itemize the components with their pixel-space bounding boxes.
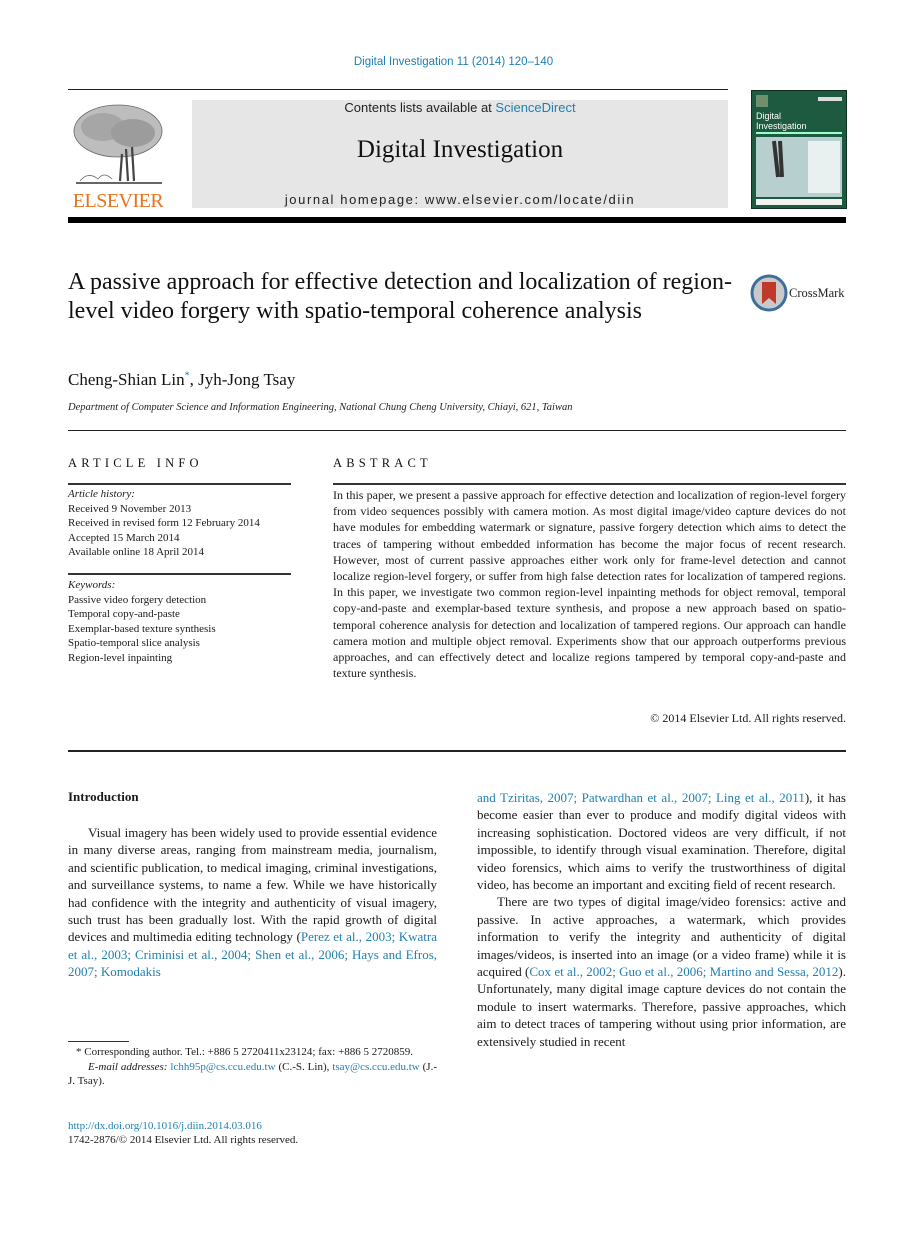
- author-list: Cheng-Shian Lin*, Jyh-Jong Tsay: [68, 370, 295, 390]
- keyword-item: Region-level inpainting: [68, 651, 173, 664]
- sciencedirect-link[interactable]: ScienceDirect: [495, 100, 575, 115]
- email-link[interactable]: tsay@cs.ccu.edu.tw: [332, 1061, 419, 1073]
- keyword-item: Temporal copy-and-paste: [68, 608, 180, 620]
- keyword-item: Exemplar-based texture synthesis: [68, 622, 216, 635]
- citation-links[interactable]: and Tziritas, 2007; Patwardhan et al., 2…: [477, 790, 805, 805]
- divider: [68, 573, 291, 575]
- tree-icon: [73, 104, 163, 184]
- body-column-left: Visual imagery has been widely used to p…: [68, 824, 437, 981]
- email-link[interactable]: lchh95p@cs.ccu.edu.tw: [170, 1061, 275, 1073]
- abstract-text: In this paper, we present a passive appr…: [333, 488, 846, 681]
- citation-links[interactable]: Cox et al., 2002; Guo et al., 2006; Mart…: [529, 964, 838, 979]
- paragraph: There are two types of digital image/vid…: [477, 893, 846, 1050]
- history-item: Received in revised form 12 February 201…: [68, 517, 260, 529]
- divider: [68, 750, 846, 752]
- paragraph-text: ), it has become easier than ever to pro…: [477, 790, 846, 893]
- elsevier-wordmark: ELSEVIER: [72, 190, 164, 212]
- author-separator: ,: [189, 370, 199, 389]
- cover-art-icon: Digital Investigation: [756, 95, 842, 205]
- top-rule: [68, 89, 728, 90]
- contents-line: Contents lists available at ScienceDirec…: [192, 100, 728, 115]
- svg-text:Investigation: Investigation: [756, 121, 807, 131]
- footnotes: * Corresponding author. Tel.: +886 5 272…: [68, 1045, 437, 1089]
- section-heading-introduction: Introduction: [68, 789, 139, 804]
- svg-text:Digital: Digital: [756, 111, 781, 121]
- divider: [333, 483, 846, 485]
- doi-link[interactable]: http://dx.doi.org/10.1016/j.diin.2014.03…: [68, 1120, 262, 1132]
- author-name[interactable]: Cheng-Shian Lin: [68, 370, 185, 389]
- history-item: Accepted 15 March 2014: [68, 531, 180, 544]
- issn-copyright: 1742-2876/© 2014 Elsevier Ltd. All right…: [68, 1134, 299, 1146]
- abstract-heading: ABSTRACT: [333, 456, 432, 470]
- email-label: E-mail addresses:: [88, 1060, 171, 1073]
- running-head-citation[interactable]: Digital Investigation 11 (2014) 120–140: [0, 56, 907, 68]
- crossmark-label[interactable]: CrossMark: [789, 286, 845, 301]
- email-owner: (C.-S. Lin),: [275, 1060, 333, 1073]
- divider: [68, 430, 846, 431]
- article-info-heading: ARTICLE INFO: [68, 456, 203, 470]
- keywords-label: Keywords:: [68, 579, 116, 591]
- author-name[interactable]: Jyh-Jong Tsay: [198, 370, 295, 389]
- crossmark-icon: [750, 274, 788, 312]
- journal-cover-image: Digital Investigation: [751, 90, 847, 209]
- email-note: E-mail addresses: lchh95p@cs.ccu.edu.tw …: [68, 1060, 437, 1089]
- keyword-item: Passive video forgery detection: [68, 593, 207, 606]
- contents-prefix: Contents lists available at: [344, 100, 496, 115]
- paragraph-continued: and Tziritas, 2007; Patwardhan et al., 2…: [477, 789, 846, 893]
- affiliation: Department of Computer Science and Infor…: [68, 402, 573, 413]
- history-label: Article history:: [68, 488, 135, 500]
- article-history: Article history: Received 9 November 201…: [68, 487, 298, 560]
- footnote-rule: [68, 1041, 129, 1042]
- masthead-thick-rule: [68, 217, 846, 223]
- history-item: Received 9 November 2013: [68, 502, 192, 515]
- corresponding-author-note: * Corresponding author. Tel.: +886 5 272…: [76, 1046, 414, 1058]
- paragraph: Visual imagery has been widely used to p…: [68, 824, 437, 981]
- paragraph-text: Visual imagery has been widely used to p…: [68, 825, 437, 945]
- journal-name: Digital Investigation: [356, 136, 564, 163]
- divider: [68, 483, 291, 485]
- keyword-item: Spatio-temporal slice analysis: [68, 637, 200, 649]
- keywords: Keywords: Passive video forgery detectio…: [68, 578, 298, 665]
- article-title: A passive approach for effective detecti…: [68, 269, 732, 324]
- history-item: Available online 18 April 2014: [68, 546, 205, 558]
- abstract-copyright: © 2014 Elsevier Ltd. All rights reserved…: [650, 711, 846, 725]
- journal-homepage[interactable]: journal homepage: www.elsevier.com/locat…: [192, 192, 728, 207]
- body-column-right: and Tziritas, 2007; Patwardhan et al., 2…: [477, 789, 846, 1050]
